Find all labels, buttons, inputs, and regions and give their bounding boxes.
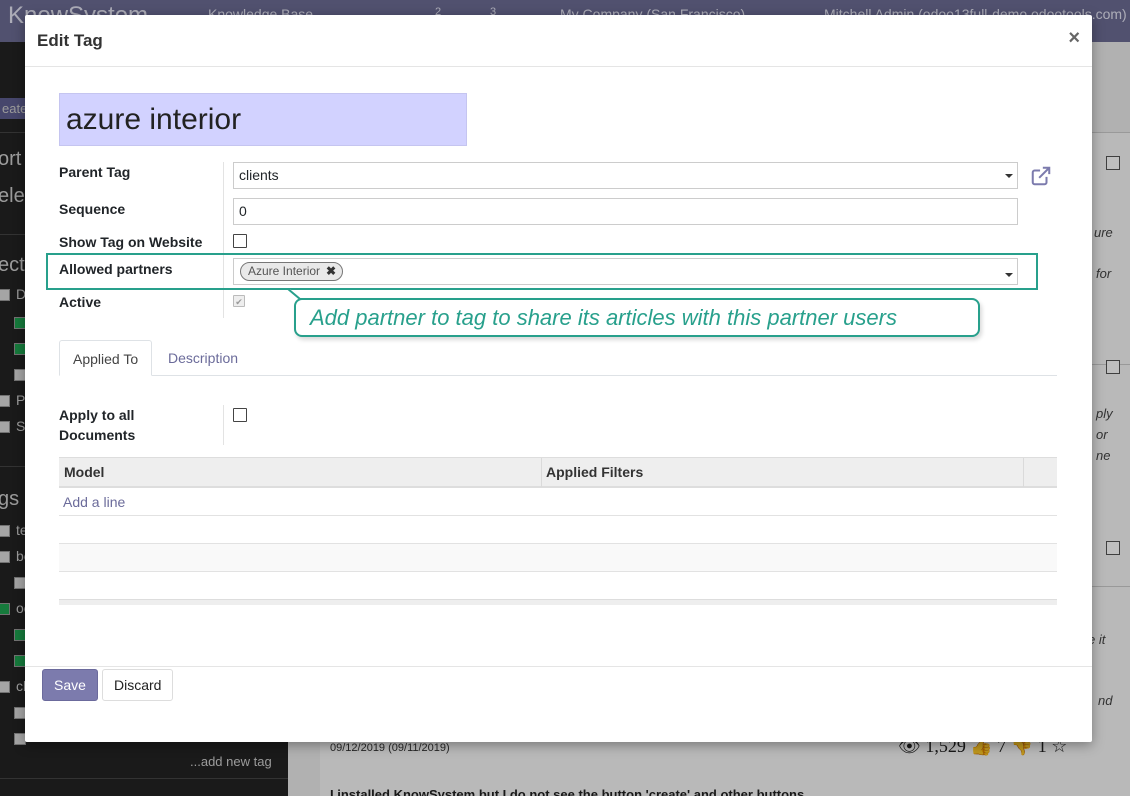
tab-applied-to[interactable]: Applied To	[59, 340, 153, 376]
table-row	[59, 572, 1057, 600]
modal-footer	[25, 666, 1092, 742]
save-button[interactable]: Save	[42, 669, 98, 701]
table-header: Model Applied Filters	[59, 457, 1057, 488]
show-on-website-checkbox[interactable]	[233, 234, 247, 248]
tooltip-highlight-frame	[46, 253, 1038, 290]
sequence-input[interactable]: 0	[233, 198, 1018, 225]
table-row	[59, 516, 1057, 544]
table-row	[59, 544, 1057, 572]
close-icon[interactable]: ×	[1068, 27, 1080, 50]
column-applied-filters[interactable]: Applied Filters	[546, 464, 643, 480]
column-divider	[541, 458, 542, 487]
active-checkbox: ✔	[233, 295, 245, 307]
table-footer	[59, 599, 1057, 605]
form-divider	[223, 162, 224, 318]
show-on-website-label: Show Tag on Website	[59, 234, 203, 250]
modal-title: Edit Tag	[37, 31, 103, 50]
apply-all-label-line1: Apply to all	[59, 407, 135, 423]
apply-all-checkbox[interactable]	[233, 408, 247, 422]
add-line-link[interactable]: Add a line	[63, 494, 125, 510]
column-model[interactable]: Model	[64, 464, 104, 480]
tooltip-bubble: Add partner to tag to share its articles…	[294, 298, 980, 337]
parent-tag-select[interactable]: clients	[233, 162, 1018, 189]
apply-all-label: Apply to all Documents	[59, 407, 135, 443]
tab-description[interactable]: Description	[155, 340, 251, 376]
discard-button[interactable]: Discard	[102, 669, 174, 701]
apply-all-label-line2: Documents	[59, 427, 136, 443]
external-link-icon[interactable]	[1030, 165, 1052, 187]
tag-name-input[interactable]: azure interior	[59, 93, 467, 146]
form-divider	[223, 405, 224, 445]
modal-header: Edit Tag ×	[25, 15, 1092, 67]
sequence-label: Sequence	[59, 201, 126, 217]
parent-tag-label: Parent Tag	[59, 164, 131, 180]
sequence-value: 0	[239, 203, 247, 219]
table-row: Add a line	[59, 488, 1057, 516]
parent-tag-value: clients	[239, 167, 279, 183]
chevron-down-icon[interactable]	[1005, 174, 1013, 178]
column-divider	[1023, 458, 1024, 487]
active-label: Active	[59, 294, 102, 310]
